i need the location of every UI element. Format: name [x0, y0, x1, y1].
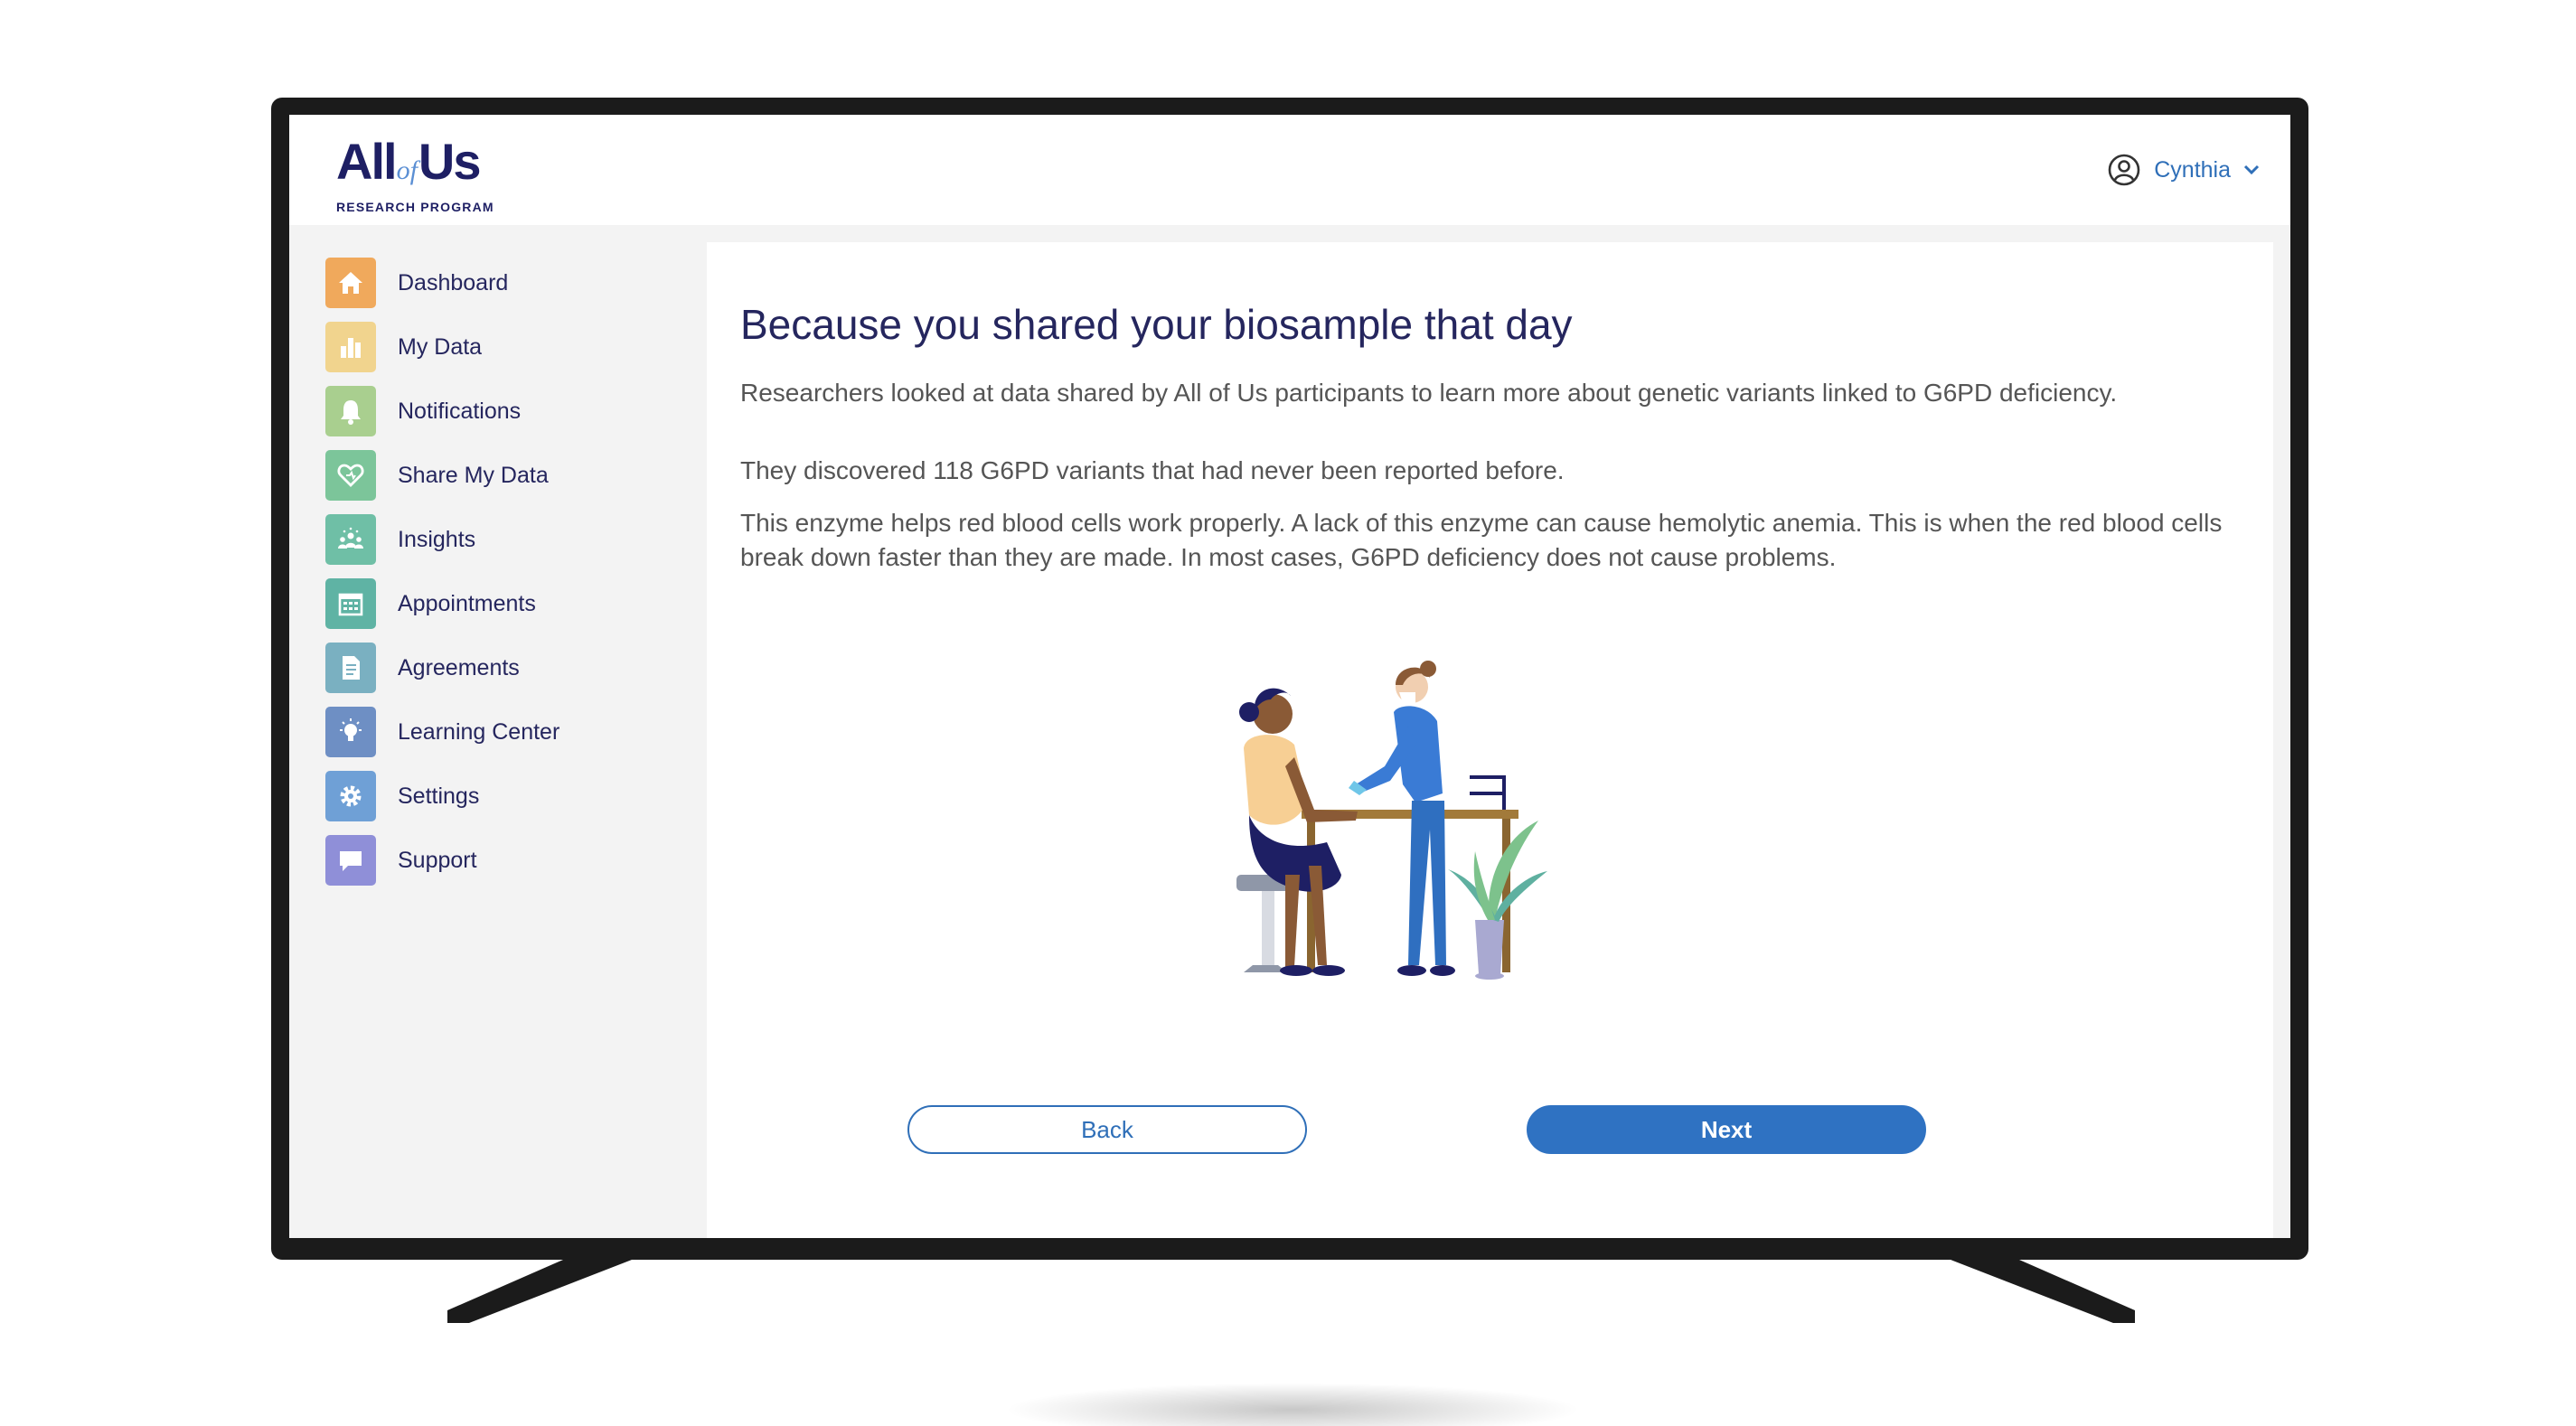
logo-us: Us [418, 133, 482, 190]
sidebar-item-support[interactable]: Support [325, 835, 477, 886]
app-header: All of Us RESEARCH PROGRAM Cynthia [289, 115, 2290, 225]
sidebar-item-label: Agreements [398, 654, 520, 680]
back-button[interactable]: Back [907, 1105, 1307, 1154]
heart-share-icon [325, 450, 376, 501]
sidebar-item-label: Support [398, 847, 477, 873]
sidebar-item-label: Settings [398, 783, 480, 809]
home-icon [325, 258, 376, 308]
sidebar-item-share-my-data[interactable]: Share My Data [325, 450, 549, 501]
logo-subtitle: RESEARCH PROGRAM [336, 200, 494, 214]
all-of-us-logo[interactable]: All of Us RESEARCH PROGRAM [336, 135, 494, 215]
sidebar-item-insights[interactable]: Insights [325, 514, 475, 565]
chat-icon [325, 835, 376, 886]
paragraph-enzyme: This enzyme helps red blood cells work p… [740, 509, 2223, 571]
sidebar-item-label: My Data [398, 333, 483, 360]
sidebar-item-learning-center[interactable]: Learning Center [325, 707, 559, 757]
calendar-icon [325, 578, 376, 629]
sidebar-item-dashboard[interactable]: Dashboard [325, 258, 508, 308]
logo-of: of [396, 155, 418, 185]
tv-shadow [1003, 1383, 1582, 1426]
user-menu[interactable]: Cynthia [2107, 153, 2260, 187]
community-icon [325, 514, 376, 565]
user-name: Cynthia [2154, 156, 2231, 183]
chevron-down-icon [2243, 164, 2260, 175]
blood-draw-illustration [1231, 649, 1584, 988]
document-icon [325, 643, 376, 693]
sidebar-item-label: Dashboard [398, 269, 509, 296]
sidebar-item-label: Learning Center [398, 718, 560, 745]
sidebar-item-my-data[interactable]: My Data [325, 322, 482, 372]
logo-all: All [336, 133, 398, 190]
logo-wordmark: All of Us [336, 135, 494, 198]
sidebar-item-label: Notifications [398, 398, 522, 424]
sidebar-item-label: Share My Data [398, 462, 549, 488]
bar-chart-icon [325, 322, 376, 372]
bell-icon [325, 386, 376, 436]
next-button[interactable]: Next [1527, 1105, 1926, 1154]
content-card: Because you shared your biosample that d… [707, 242, 2273, 1238]
sidebar-item-appointments[interactable]: Appointments [325, 578, 536, 629]
paragraph-discovery: They discovered 118 G6PD variants that h… [740, 456, 1565, 484]
page-title: Because you shared your biosample that d… [740, 301, 1573, 348]
user-circle-icon [2107, 153, 2141, 187]
gear-icon [325, 771, 376, 821]
sidebar-item-agreements[interactable]: Agreements [325, 643, 520, 693]
sidebar-nav: Dashboard My Data Notifications Share My… [289, 225, 707, 1238]
sidebar-item-settings[interactable]: Settings [325, 771, 479, 821]
sidebar-item-label: Insights [398, 526, 476, 552]
lightbulb-icon [325, 707, 376, 757]
sidebar-item-notifications[interactable]: Notifications [325, 386, 521, 436]
app-screen: All of Us RESEARCH PROGRAM Cynthia Dashb… [289, 115, 2290, 1238]
sidebar-item-label: Appointments [398, 590, 536, 616]
paragraph-researchers: Researchers looked at data shared by All… [740, 379, 2118, 407]
